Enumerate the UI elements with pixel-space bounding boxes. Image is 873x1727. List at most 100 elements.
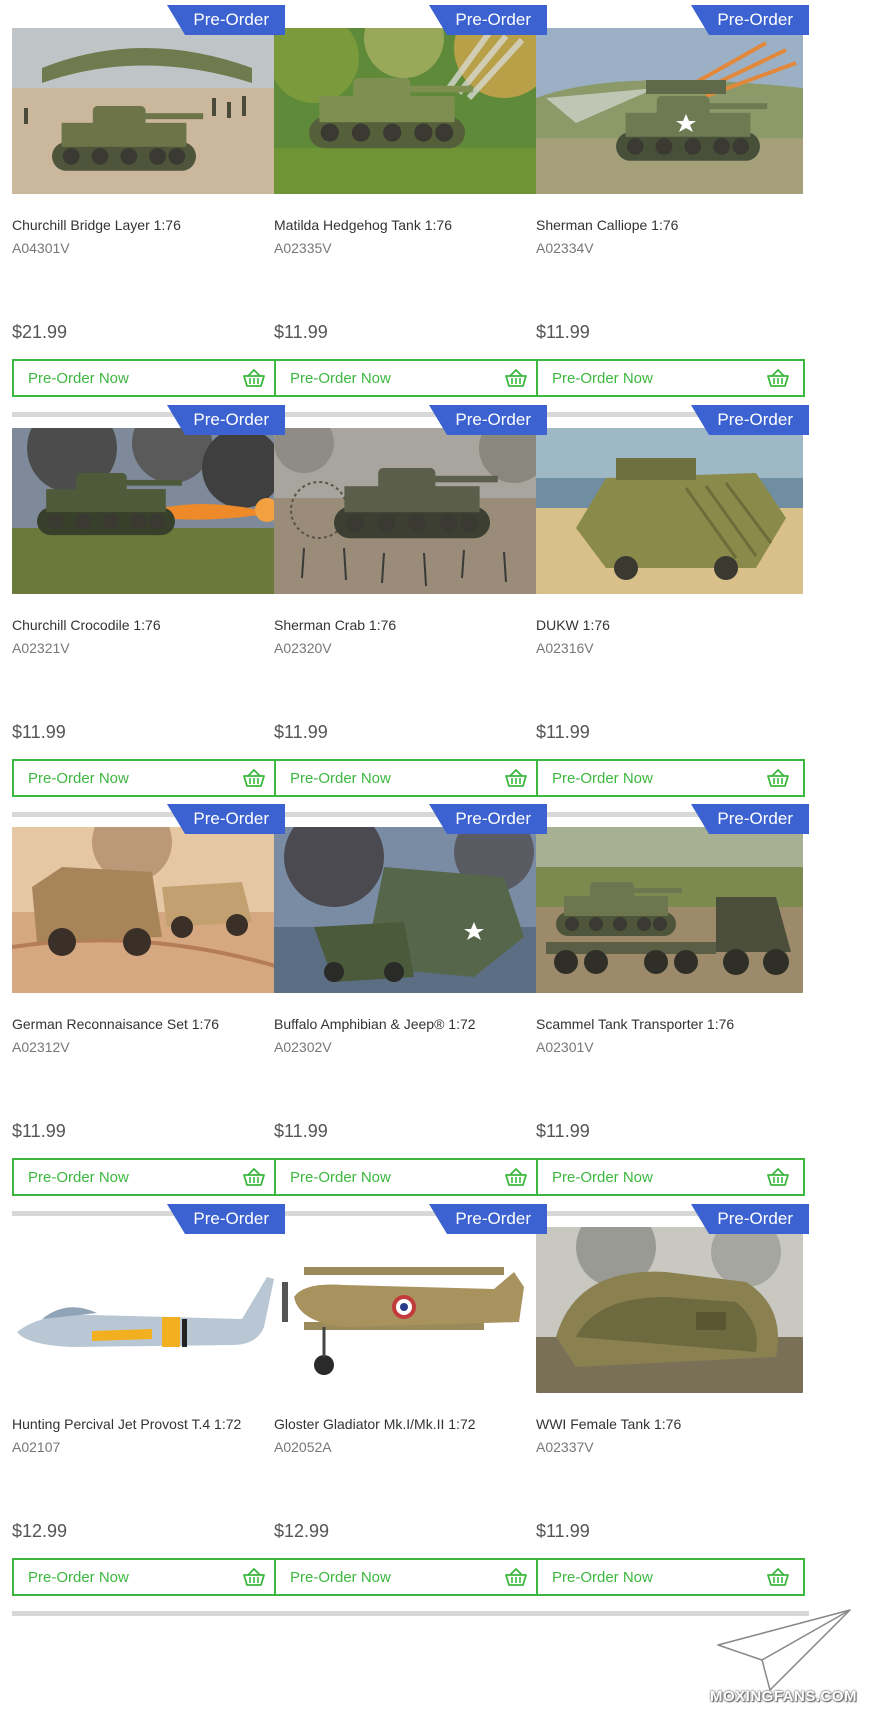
product-card[interactable]: Pre-Order Matilda Hedgehog Tank 1:76 A0233… <box>274 0 547 440</box>
product-sku: A02052A <box>274 1439 332 1455</box>
product-card[interactable]: Pre-Order Scammel Tank Transporter 1:76 A0… <box>536 799 809 1239</box>
product-image[interactable] <box>12 428 279 594</box>
preorder-now-label: Pre-Order Now <box>28 1569 129 1586</box>
preorder-badge: Pre-Order <box>167 5 285 35</box>
preorder-badge: Pre-Order <box>167 1204 285 1234</box>
preorder-now-label: Pre-Order Now <box>552 1169 653 1186</box>
product-image[interactable] <box>12 1227 279 1393</box>
preorder-badge: Pre-Order <box>429 1204 547 1234</box>
product-title[interactable]: Buffalo Amphibian & Jeep® 1:72 <box>274 1016 476 1032</box>
product-image[interactable] <box>12 28 279 194</box>
product-title[interactable]: Scammel Tank Transporter 1:76 <box>536 1016 734 1032</box>
product-image[interactable] <box>536 428 803 594</box>
product-image[interactable] <box>536 1227 803 1393</box>
preorder-now-button[interactable]: Pre-Order Now <box>274 1158 543 1196</box>
basket-icon <box>767 369 789 392</box>
product-title[interactable]: Gloster Gladiator Mk.I/Mk.II 1:72 <box>274 1416 476 1432</box>
basket-icon <box>505 369 527 392</box>
product-card[interactable]: Pre-Order WWI Female Tank 1:76 A02337V $11.… <box>536 1199 809 1639</box>
preorder-now-button[interactable]: Pre-Order Now <box>536 1158 805 1196</box>
preorder-now-label: Pre-Order Now <box>290 770 391 787</box>
product-title[interactable]: DUKW 1:76 <box>536 617 610 633</box>
product-sku: A02320V <box>274 640 332 656</box>
product-image[interactable] <box>274 827 541 993</box>
watermark-text: MOXINGFANS.COM <box>710 1688 858 1705</box>
preorder-now-button[interactable]: Pre-Order Now <box>274 359 543 397</box>
product-sku: A02321V <box>12 640 70 656</box>
product-title[interactable]: Churchill Crocodile 1:76 <box>12 617 161 633</box>
preorder-now-label: Pre-Order Now <box>552 370 653 387</box>
card-divider <box>12 1611 285 1616</box>
basket-icon <box>505 769 527 792</box>
product-card[interactable]: Pre-Order Sherman Calliope 1:76 A02334V $11… <box>536 0 809 440</box>
preorder-now-label: Pre-Order Now <box>28 1169 129 1186</box>
product-price: $11.99 <box>536 722 590 742</box>
basket-icon <box>767 769 789 792</box>
preorder-now-button[interactable]: Pre-Order Now <box>536 359 805 397</box>
product-image[interactable] <box>274 28 541 194</box>
product-title[interactable]: Matilda Hedgehog Tank 1:76 <box>274 217 452 233</box>
product-card[interactable]: Pre-Order Churchill Crocodile 1:76 A02321V… <box>12 400 285 840</box>
preorder-now-button[interactable]: Pre-Order Now <box>536 759 805 797</box>
preorder-badge: Pre-Order <box>167 405 285 435</box>
product-title[interactable]: Churchill Bridge Layer 1:76 <box>12 217 181 233</box>
product-card[interactable]: Pre-Order Churchill Bridge Layer 1:76 A043… <box>12 0 285 440</box>
preorder-now-label: Pre-Order Now <box>290 370 391 387</box>
preorder-badge-label: Pre-Order <box>717 1209 793 1228</box>
product-title[interactable]: WWI Female Tank 1:76 <box>536 1416 681 1432</box>
preorder-badge: Pre-Order <box>691 405 809 435</box>
product-sku: A02335V <box>274 240 332 256</box>
basket-icon <box>243 1568 265 1591</box>
product-title[interactable]: Sherman Crab 1:76 <box>274 617 396 633</box>
product-image[interactable] <box>274 1227 541 1393</box>
preorder-now-button[interactable]: Pre-Order Now <box>274 759 543 797</box>
product-card[interactable]: Pre-Order Buffalo Amphibian & Jeep® 1:72 A… <box>274 799 547 1239</box>
card-divider <box>274 1611 547 1616</box>
preorder-badge: Pre-Order <box>691 5 809 35</box>
product-image[interactable] <box>536 827 803 993</box>
product-card[interactable]: Pre-Order German Reconnaisance Set 1:76 A0… <box>12 799 285 1239</box>
basket-icon <box>243 769 265 792</box>
product-image[interactable] <box>12 827 279 993</box>
preorder-now-button[interactable]: Pre-Order Now <box>536 1558 805 1596</box>
product-sku: A02316V <box>536 640 594 656</box>
product-sku: A02334V <box>536 240 594 256</box>
product-card[interactable]: Pre-Order Hunting Percival Jet Provost T.… <box>12 1199 285 1639</box>
product-title[interactable]: Sherman Calliope 1:76 <box>536 217 678 233</box>
product-card[interactable]: Pre-Order DUKW 1:76 A02316V $11.99 Pre-Order… <box>536 400 809 840</box>
product-price: $12.99 <box>12 1521 68 1541</box>
product-price: $11.99 <box>12 1121 66 1141</box>
product-price: $21.99 <box>12 322 68 342</box>
preorder-badge-label: Pre-Order <box>455 10 531 29</box>
basket-icon <box>243 369 265 392</box>
preorder-badge-label: Pre-Order <box>455 410 531 429</box>
preorder-badge: Pre-Order <box>167 804 285 834</box>
product-card[interactable]: Pre-Order Sherman Crab 1:76 A02320V $11.99 P… <box>274 400 547 840</box>
basket-icon <box>505 1568 527 1591</box>
product-title[interactable]: Hunting Percival Jet Provost T.4 1:72 <box>12 1416 241 1432</box>
preorder-badge: Pre-Order <box>429 804 547 834</box>
watermark: MOXINGFANS.COM <box>710 1605 870 1725</box>
product-price: $11.99 <box>274 722 328 742</box>
preorder-now-button[interactable]: Pre-Order Now <box>12 1558 281 1596</box>
preorder-now-button[interactable]: Pre-Order Now <box>12 759 281 797</box>
product-image[interactable] <box>274 428 541 594</box>
preorder-badge: Pre-Order <box>691 1204 809 1234</box>
product-price: $11.99 <box>274 1121 328 1141</box>
product-price: $11.99 <box>536 322 590 342</box>
product-title[interactable]: German Reconnaisance Set 1:76 <box>12 1016 219 1032</box>
preorder-badge: Pre-Order <box>691 804 809 834</box>
preorder-badge-label: Pre-Order <box>193 410 269 429</box>
preorder-now-button[interactable]: Pre-Order Now <box>274 1558 543 1596</box>
product-image[interactable] <box>536 28 803 194</box>
basket-icon <box>767 1568 789 1591</box>
product-price: $11.99 <box>536 1121 590 1141</box>
product-price: $11.99 <box>536 1521 590 1541</box>
preorder-badge-label: Pre-Order <box>717 10 793 29</box>
product-sku: A02337V <box>536 1439 594 1455</box>
basket-icon <box>767 1168 789 1191</box>
preorder-badge-label: Pre-Order <box>455 809 531 828</box>
preorder-now-button[interactable]: Pre-Order Now <box>12 1158 281 1196</box>
preorder-now-button[interactable]: Pre-Order Now <box>12 359 281 397</box>
product-card[interactable]: Pre-Order Gloster Gladiator Mk.I/Mk.II 1:… <box>274 1199 547 1639</box>
